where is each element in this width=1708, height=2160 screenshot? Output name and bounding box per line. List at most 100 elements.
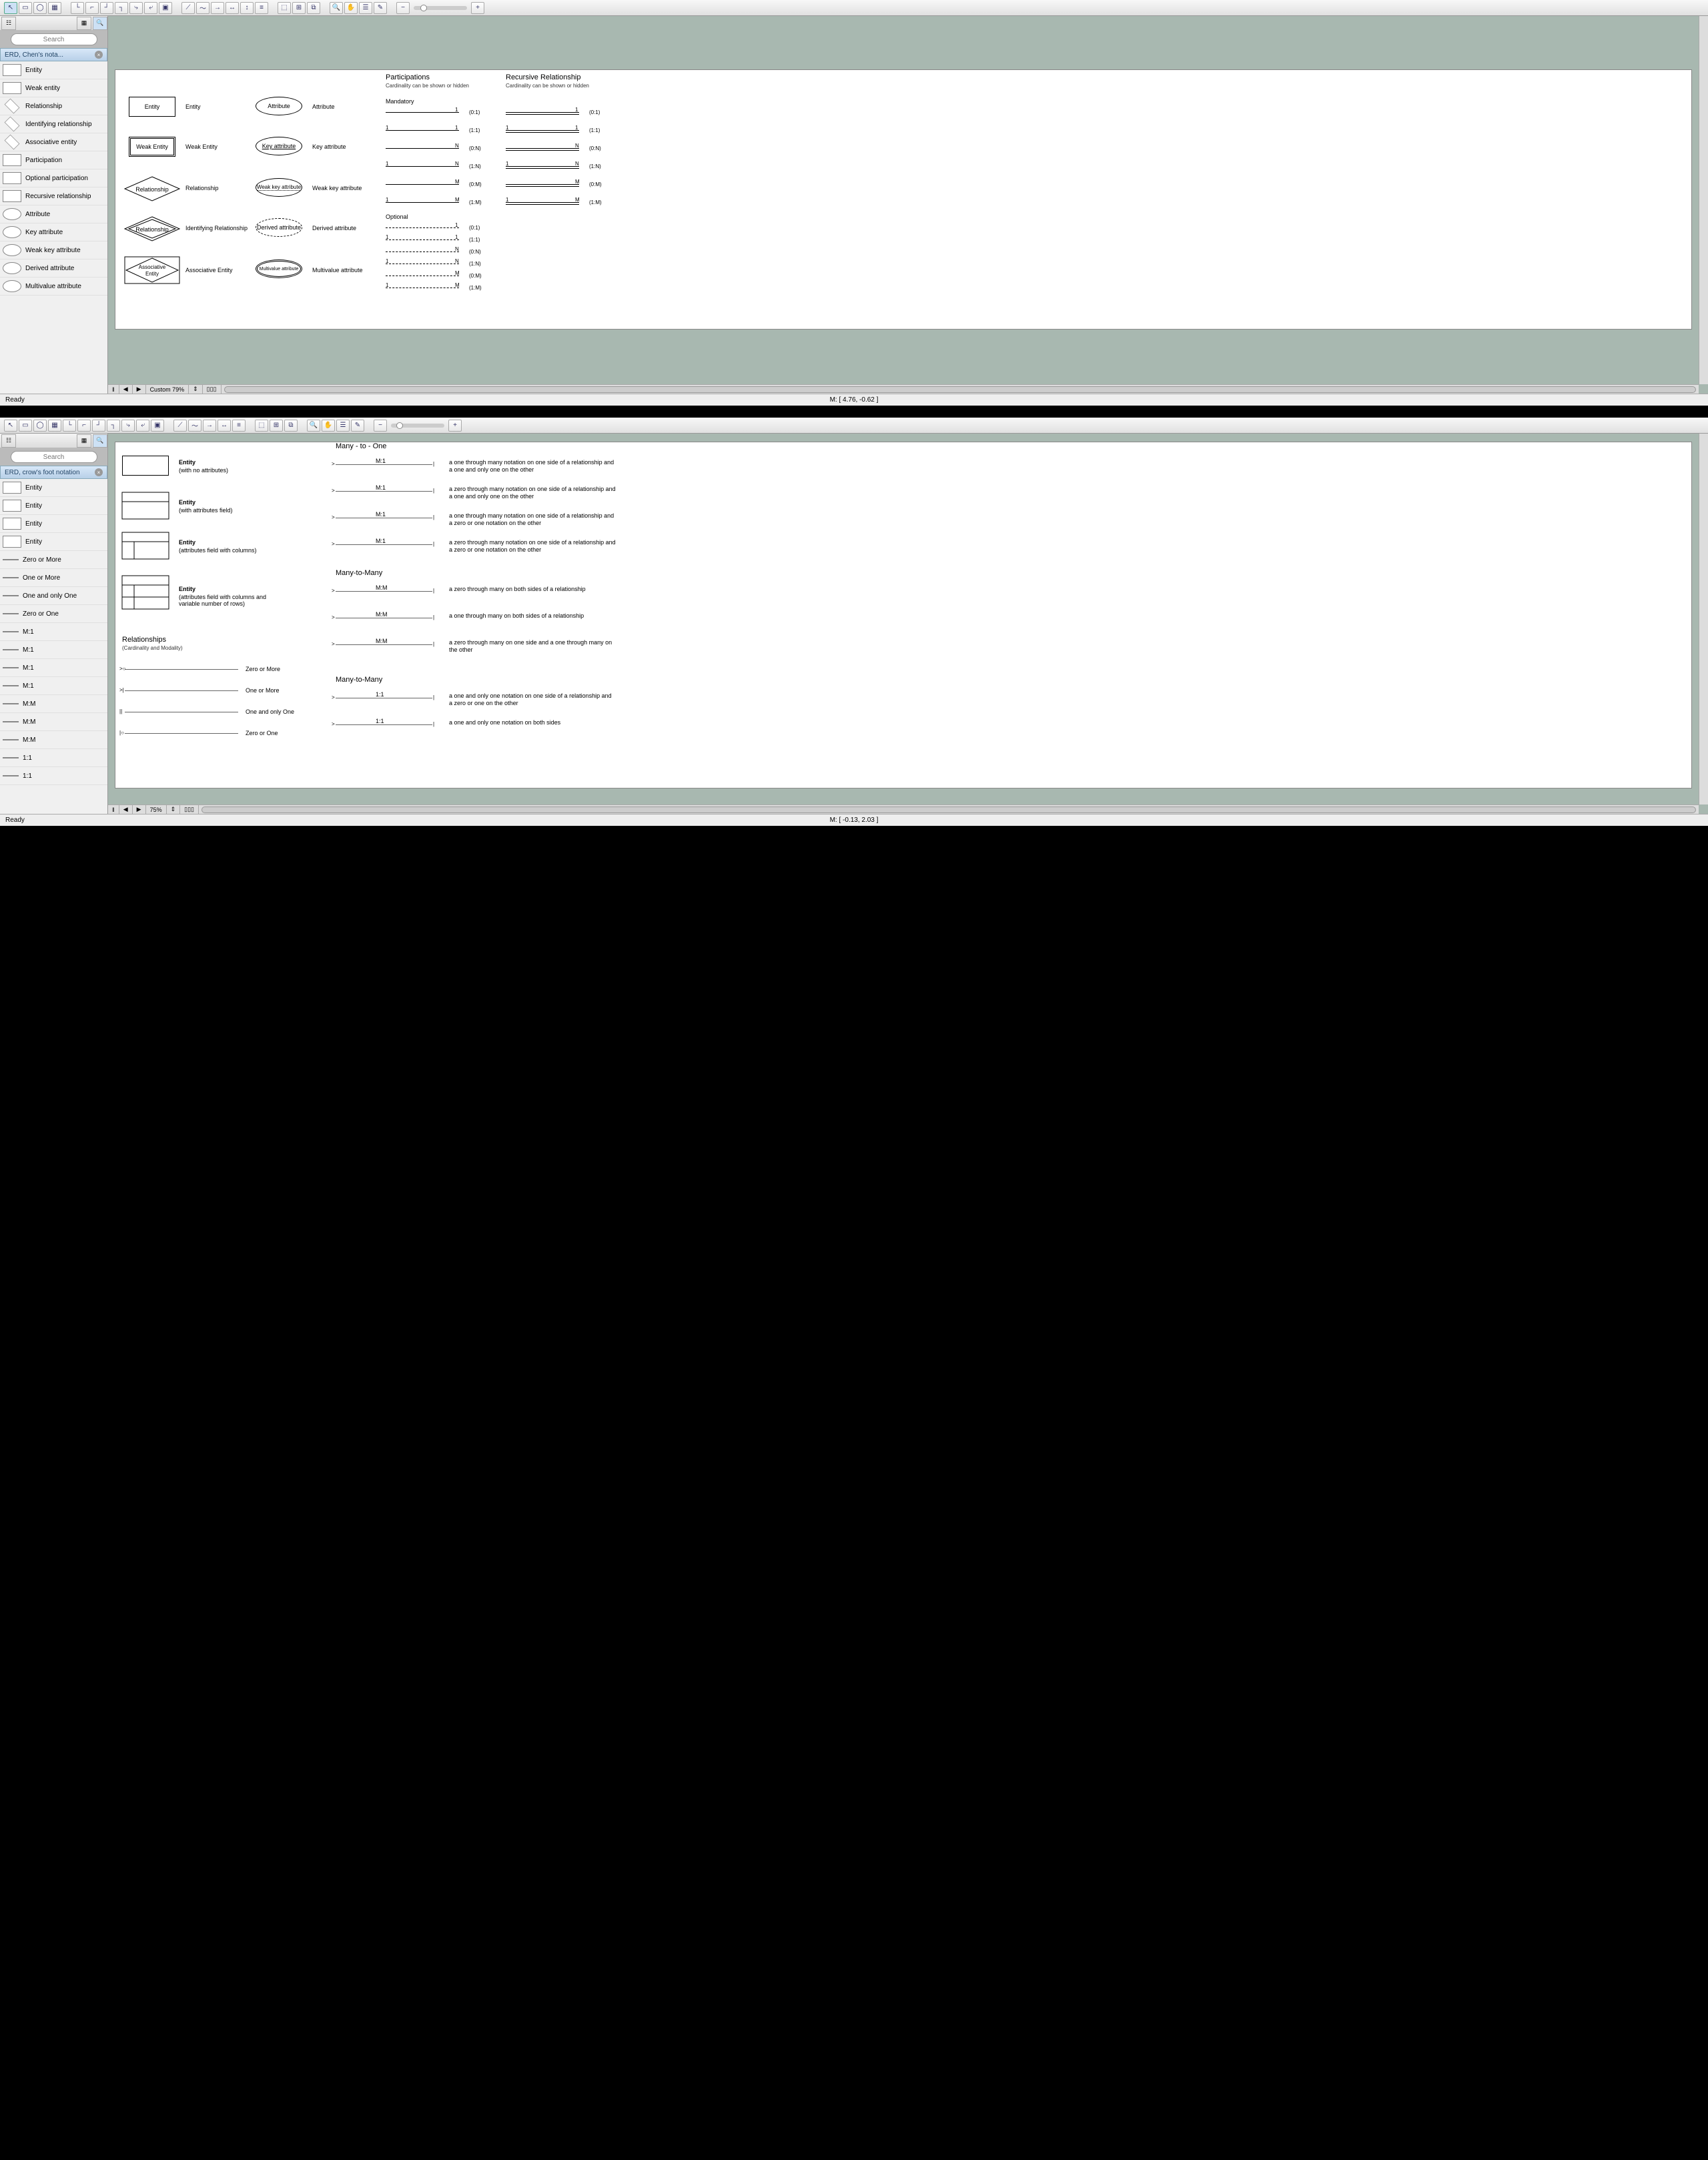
- cardinality-line[interactable]: [506, 184, 579, 185]
- tool-arrow-icon[interactable]: ↖: [4, 2, 17, 14]
- tool-layers-icon[interactable]: ☰: [359, 2, 372, 14]
- cardinality-line[interactable]: [506, 112, 579, 113]
- close-icon[interactable]: ×: [95, 468, 103, 476]
- zoom-out-icon[interactable]: −: [396, 2, 410, 14]
- cardinality-line[interactable]: [506, 202, 579, 203]
- tool-align-icon[interactable]: ≡: [232, 420, 246, 432]
- tool-connector-icon[interactable]: ┘: [100, 2, 113, 14]
- tool-connector-icon[interactable]: └: [63, 420, 76, 432]
- zoom-label[interactable]: 75%: [146, 805, 167, 814]
- tool-hmove-icon[interactable]: ↔: [226, 2, 239, 14]
- cardinality-line[interactable]: [506, 130, 579, 131]
- palette-item[interactable]: 1:1: [0, 749, 107, 767]
- palette-item[interactable]: Entity: [0, 533, 107, 551]
- palette-item[interactable]: One and only One: [0, 587, 107, 605]
- tool-ungroup-icon[interactable]: ⊞: [292, 2, 306, 14]
- zoom-stepper-icon[interactable]: ⇕: [189, 385, 203, 394]
- associative-entity-shape[interactable]: AssociativeEntity: [123, 255, 181, 285]
- cardinality-line[interactable]: [386, 251, 459, 252]
- tool-connector-icon[interactable]: ┐: [115, 2, 128, 14]
- tool-rect-icon[interactable]: ▭: [19, 420, 32, 432]
- grid-tab-icon[interactable]: ▦: [77, 17, 91, 30]
- palette-item[interactable]: Participation: [0, 151, 107, 169]
- view-icon[interactable]: ▯▯▯: [180, 805, 199, 814]
- palette-item[interactable]: M:M: [0, 713, 107, 731]
- tool-rect-icon[interactable]: ▭: [19, 2, 32, 14]
- attribute-shape[interactable]: Attribute: [256, 97, 302, 115]
- tool-arrange-icon[interactable]: ⧉: [284, 420, 298, 432]
- relationship-line[interactable]: [336, 544, 432, 545]
- section-header[interactable]: ERD, Chen's nota... ×: [0, 48, 107, 61]
- tool-dropper-icon[interactable]: ✎: [351, 420, 364, 432]
- cardinality-line[interactable]: [506, 166, 579, 167]
- tool-connector-icon[interactable]: ⌐: [85, 2, 99, 14]
- tool-ellipse-icon[interactable]: ◯: [33, 2, 47, 14]
- palette-item[interactable]: M:1: [0, 641, 107, 659]
- tool-zoom-icon[interactable]: 🔍: [330, 2, 343, 14]
- canvas-scroll[interactable]: Entity (with no attributes) Entity (with…: [108, 434, 1699, 804]
- tool-arrow-line-icon[interactable]: →: [203, 420, 216, 432]
- palette-item[interactable]: M:M: [0, 695, 107, 713]
- prev-page-icon[interactable]: ◀: [119, 385, 133, 394]
- tool-grid-icon[interactable]: ▦: [48, 420, 61, 432]
- tool-group-icon[interactable]: ⬚: [278, 2, 291, 14]
- entity-rows[interactable]: [122, 576, 169, 609]
- section-header[interactable]: ERD, crow's foot notation ×: [0, 466, 107, 479]
- search-input[interactable]: [11, 33, 97, 45]
- palette-item[interactable]: Weak key attribute: [0, 241, 107, 259]
- palette-item[interactable]: Entity: [0, 515, 107, 533]
- tool-snap-icon[interactable]: ▣: [159, 2, 172, 14]
- prev-page-icon[interactable]: ◀: [119, 805, 133, 814]
- tree-tab-icon[interactable]: ☷: [1, 434, 16, 448]
- weak-key-attribute-shape[interactable]: Weak key attribute: [256, 178, 302, 197]
- search-tab-icon[interactable]: 🔍: [93, 17, 107, 30]
- horizontal-scrollbar[interactable]: [224, 386, 1697, 393]
- zoom-slider[interactable]: [391, 424, 444, 428]
- entity-attr[interactable]: [122, 492, 169, 519]
- page-nav-icon[interactable]: ‖: [108, 805, 119, 814]
- palette-item[interactable]: Recursive relationship: [0, 187, 107, 205]
- tool-connector-icon[interactable]: ⤷: [121, 420, 135, 432]
- relationship-line[interactable]: [125, 669, 238, 670]
- relationship-line[interactable]: [125, 733, 238, 734]
- vertical-scrollbar[interactable]: [1699, 16, 1708, 384]
- tool-group-icon[interactable]: ⬚: [255, 420, 268, 432]
- palette-item[interactable]: Derived attribute: [0, 259, 107, 278]
- identifying-relationship-shape[interactable]: Relationship: [123, 215, 181, 242]
- zoom-in-icon[interactable]: +: [448, 420, 462, 432]
- entity-cols[interactable]: [122, 532, 169, 559]
- palette-item[interactable]: 1:1: [0, 767, 107, 785]
- tool-dropper-icon[interactable]: ✎: [374, 2, 387, 14]
- palette-item[interactable]: Entity: [0, 497, 107, 515]
- palette-item[interactable]: Identifying relationship: [0, 115, 107, 133]
- cardinality-line[interactable]: [386, 130, 459, 131]
- palette-item[interactable]: Weak entity: [0, 79, 107, 97]
- zoom-stepper-icon[interactable]: ⇕: [167, 805, 181, 814]
- tool-layers-icon[interactable]: ☰: [336, 420, 350, 432]
- cardinality-line[interactable]: [386, 112, 459, 113]
- view-icon[interactable]: ▯▯▯: [203, 385, 222, 394]
- tool-line-icon[interactable]: ⟋: [181, 2, 195, 14]
- zoom-out-icon[interactable]: −: [374, 420, 387, 432]
- palette-item[interactable]: Attribute: [0, 205, 107, 223]
- tool-curve-icon[interactable]: 〜: [188, 420, 201, 432]
- next-page-icon[interactable]: ▶: [133, 805, 146, 814]
- palette-item[interactable]: Entity: [0, 479, 107, 497]
- vertical-scrollbar[interactable]: [1699, 434, 1708, 804]
- palette-item[interactable]: M:M: [0, 731, 107, 749]
- canvas-scroll[interactable]: Entity Entity Weak Entity Weak Entity Re…: [108, 16, 1699, 384]
- tool-align-icon[interactable]: ≡: [255, 2, 268, 14]
- tool-hmove-icon[interactable]: ↔: [218, 420, 231, 432]
- zoom-slider[interactable]: [414, 6, 467, 10]
- palette-item[interactable]: Multivalue attribute: [0, 278, 107, 296]
- entity-shape[interactable]: Entity: [129, 97, 175, 117]
- tool-zoom-icon[interactable]: 🔍: [307, 420, 320, 432]
- next-page-icon[interactable]: ▶: [133, 385, 146, 394]
- relationship-line[interactable]: [336, 464, 432, 465]
- tool-line-icon[interactable]: ⟋: [173, 420, 187, 432]
- palette-item[interactable]: Associative entity: [0, 133, 107, 151]
- multivalue-attribute-shape[interactable]: Multivalue attribute: [256, 259, 302, 278]
- tool-arrow-icon[interactable]: ↖: [4, 420, 17, 432]
- palette-item[interactable]: Zero or One: [0, 605, 107, 623]
- tool-connector-icon[interactable]: ┐: [107, 420, 120, 432]
